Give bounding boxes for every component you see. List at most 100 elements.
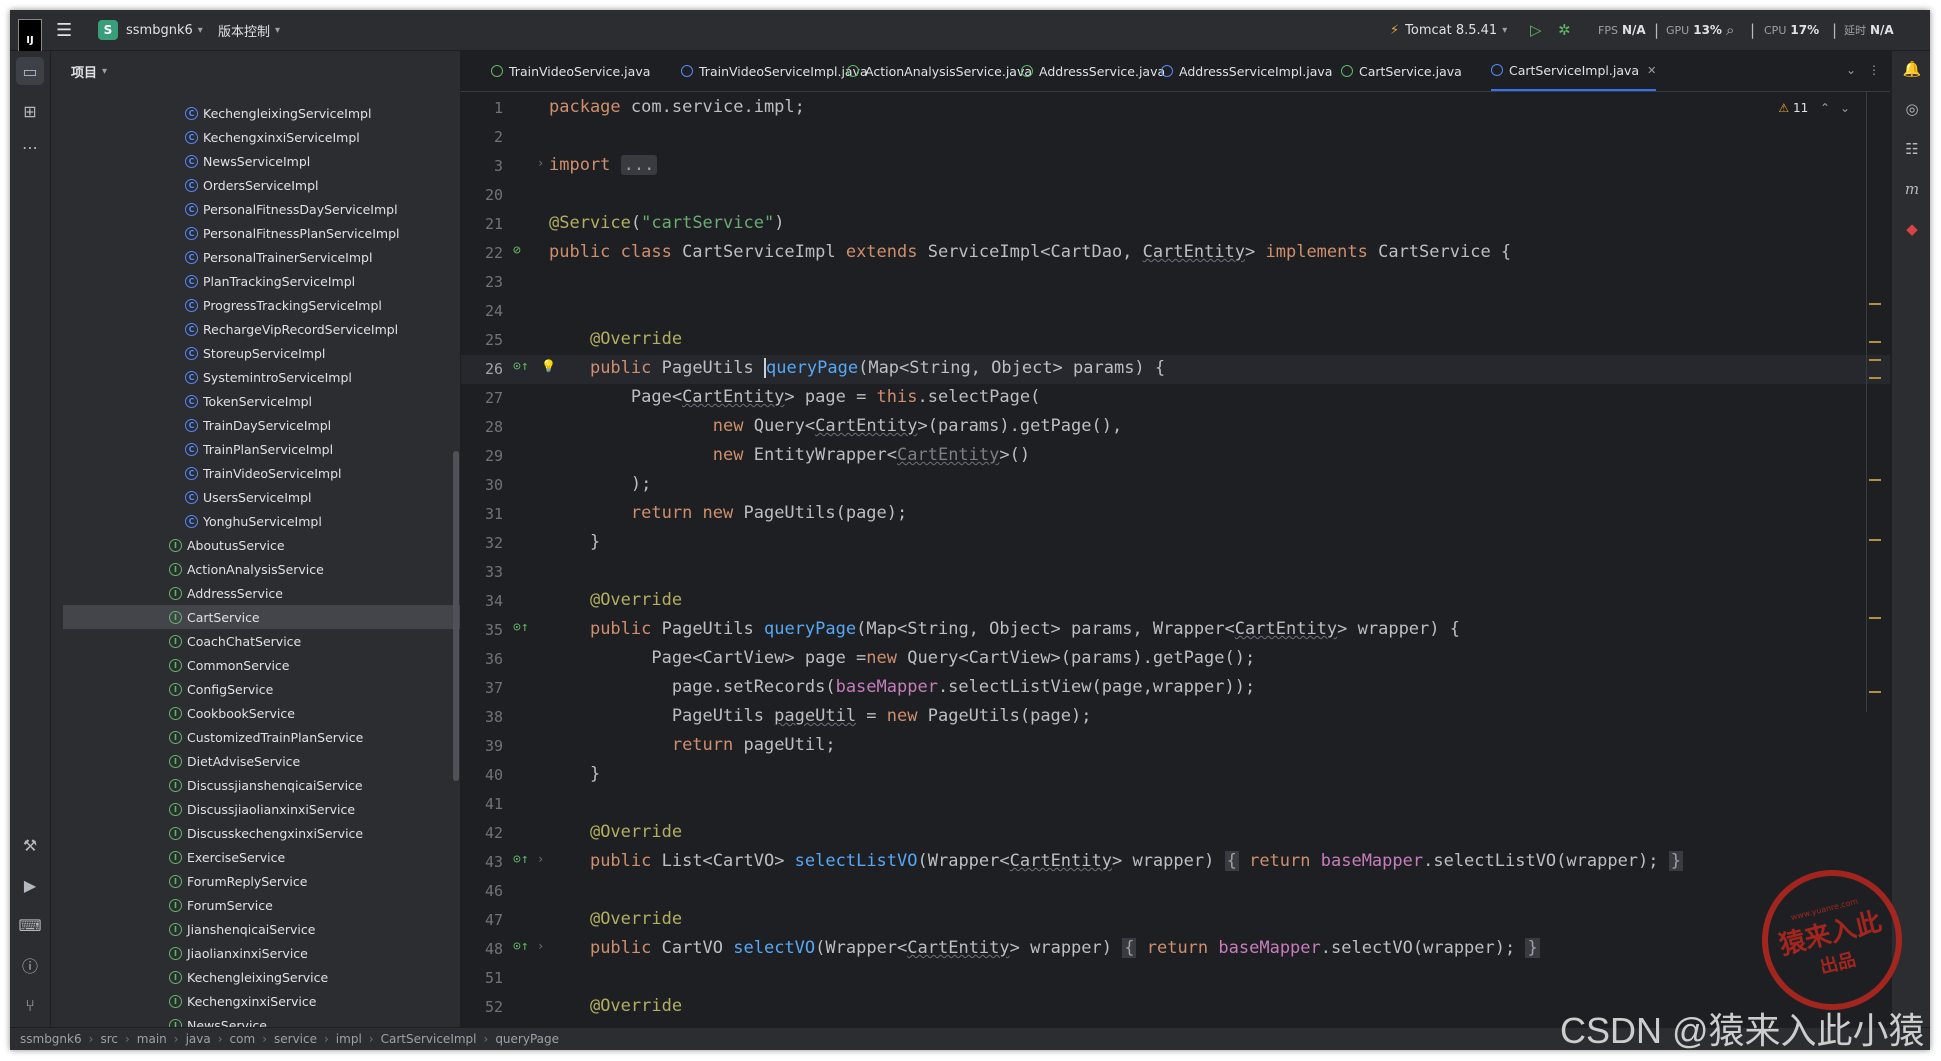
override-icon[interactable]: ⊙↑: [513, 620, 529, 635]
tree-item[interactable]: I CoachChatService: [51, 629, 460, 653]
override-icon[interactable]: ⊙↑: [513, 939, 529, 954]
warning-marker[interactable]: [1869, 539, 1881, 541]
editor-tab[interactable]: CartService.java: [1341, 51, 1462, 91]
tree-item[interactable]: I AddressService: [51, 581, 460, 605]
breadcrumb-item[interactable]: com: [230, 1032, 256, 1046]
problems-tool-icon[interactable]: ⓘ: [16, 951, 44, 979]
run-config-selector[interactable]: ⚡ Tomcat 8.5.41 ▾: [1390, 10, 1507, 50]
tree-item[interactable]: C KechengleixingServiceImpl: [51, 101, 460, 125]
main-menu-icon[interactable]: ☰: [56, 10, 72, 50]
tree-item[interactable]: C TrainDayServiceImpl: [51, 413, 460, 437]
ai-assistant-icon[interactable]: ◎: [1900, 97, 1924, 121]
tree-item[interactable]: C PersonalFitnessDayServiceImpl: [51, 197, 460, 221]
tree-item[interactable]: C UsersServiceImpl: [51, 485, 460, 509]
tree-item[interactable]: I ForumService: [51, 893, 460, 917]
tree-item[interactable]: I DiscussjianshenqicaiService: [51, 773, 460, 797]
project-panel-header[interactable]: 项目 ▾: [51, 51, 460, 91]
tree-item[interactable]: I KechengleixingService: [51, 965, 460, 989]
more-tools-icon[interactable]: ⋯: [16, 133, 44, 161]
tree-item[interactable]: I ActionAnalysisService: [51, 557, 460, 581]
tree-item[interactable]: C SystemintroServiceImpl: [51, 365, 460, 389]
tree-item[interactable]: C PersonalFitnessPlanServiceImpl: [51, 221, 460, 245]
database-icon[interactable]: ☷: [1900, 137, 1924, 161]
breadcrumb-item[interactable]: ssmbgnk6: [20, 1032, 82, 1046]
notifications-icon[interactable]: 🔔: [1900, 57, 1924, 81]
tree-item[interactable]: I CustomizedTrainPlanService: [51, 725, 460, 749]
code-editor[interactable]: 1 package com.service.impl; 2 3 › import ..…: [461, 92, 1890, 1027]
warning-marker[interactable]: [1869, 691, 1881, 693]
maven-icon[interactable]: m: [1900, 177, 1924, 201]
plugin-icon[interactable]: ◆: [1900, 217, 1924, 241]
tree-item[interactable]: I ConfigService: [51, 677, 460, 701]
tree-item[interactable]: I ExerciseService: [51, 845, 460, 869]
more-options-icon[interactable]: ⋮: [1868, 63, 1880, 77]
breadcrumb-item[interactable]: impl: [336, 1032, 362, 1046]
tree-item[interactable]: I CommonService: [51, 653, 460, 677]
tree-item[interactable]: C KechengxinxiServiceImpl: [51, 125, 460, 149]
vcs-menu[interactable]: 版本控制 ▾: [218, 10, 280, 50]
breadcrumb-item[interactable]: CartServiceImpl: [381, 1032, 477, 1046]
tree-item[interactable]: I DiscussjiaolianxinxiService: [51, 797, 460, 821]
tree-item-label: KechengxinxiServiceImpl: [203, 129, 360, 145]
tree-item[interactable]: I NewsService: [51, 1013, 460, 1027]
project-tool-icon[interactable]: ▭: [16, 57, 44, 85]
tree-item[interactable]: C YonghuServiceImpl: [51, 509, 460, 533]
warning-marker[interactable]: [1869, 479, 1881, 481]
warning-marker[interactable]: [1869, 341, 1881, 343]
structure-tool-icon[interactable]: ⊞: [16, 97, 44, 125]
editor-tab[interactable]: AddressServiceImpl.java: [1161, 51, 1332, 91]
build-tool-icon[interactable]: ⚒: [16, 831, 44, 859]
project-scrollbar[interactable]: [453, 451, 459, 781]
terminal-tool-icon[interactable]: ⌨: [16, 911, 44, 939]
editor-tab[interactable]: TrainVideoServiceImpl.java: [681, 51, 868, 91]
tree-item[interactable]: I AboutusService: [51, 533, 460, 557]
breadcrumb-item[interactable]: main: [137, 1032, 167, 1046]
editor-tab[interactable]: CartServiceImpl.java ✕: [1491, 51, 1657, 91]
tree-item[interactable]: I CookbookService: [51, 701, 460, 725]
tree-item[interactable]: C TokenServiceImpl: [51, 389, 460, 413]
tree-item[interactable]: C RechargeVipRecordServiceImpl: [51, 317, 460, 341]
warning-marker[interactable]: [1869, 303, 1881, 305]
editor-tab[interactable]: TrainVideoService.java: [491, 51, 650, 91]
fold-expand-icon[interactable]: ›: [537, 156, 544, 170]
tree-item[interactable]: C ProgressTrackingServiceImpl: [51, 293, 460, 317]
tree-item[interactable]: I DietAdviseService: [51, 749, 460, 773]
spring-bean-icon[interactable]: ⊘: [513, 243, 521, 258]
editor-tab[interactable]: ActionAnalysisService.java: [847, 51, 1032, 91]
tree-item[interactable]: C PlanTrackingServiceImpl: [51, 269, 460, 293]
warning-marker[interactable]: [1869, 617, 1881, 619]
editor-tab[interactable]: AddressService.java: [1021, 51, 1165, 91]
tree-item[interactable]: C OrdersServiceImpl: [51, 173, 460, 197]
breadcrumb-item[interactable]: java: [186, 1032, 211, 1046]
error-stripe[interactable]: [1866, 92, 1875, 712]
fold-expand-icon[interactable]: ›: [537, 852, 544, 866]
override-icon[interactable]: ⊙↑: [513, 852, 529, 867]
warning-marker[interactable]: [1869, 359, 1881, 361]
run-icon[interactable]: ▷: [1530, 10, 1542, 50]
tree-item[interactable]: I DiscusskechengxinxiService: [51, 821, 460, 845]
breadcrumb-item[interactable]: src: [100, 1032, 118, 1046]
tab-list-chevron-icon[interactable]: ⌄: [1846, 63, 1856, 77]
tree-item[interactable]: C StoreupServiceImpl: [51, 341, 460, 365]
git-tool-icon[interactable]: ⑂: [16, 991, 44, 1019]
project-switcher[interactable]: S ssmbgnk6 ▾: [98, 10, 203, 50]
fold-expand-icon[interactable]: ›: [537, 939, 544, 953]
tree-item[interactable]: C PersonalTrainerServiceImpl: [51, 245, 460, 269]
warning-marker[interactable]: [1869, 377, 1881, 379]
tree-item[interactable]: C TrainVideoServiceImpl: [51, 461, 460, 485]
tree-item[interactable]: C TrainPlanServiceImpl: [51, 437, 460, 461]
tree-item[interactable]: I JianshenqicaiService: [51, 917, 460, 941]
services-tool-icon[interactable]: ▶: [16, 871, 44, 899]
tree-item-label: CommonService: [187, 657, 290, 673]
tree-item[interactable]: I JiaolianxinxiService: [51, 941, 460, 965]
breadcrumb-item[interactable]: service: [274, 1032, 317, 1046]
override-icon[interactable]: ⊙↑: [513, 359, 529, 374]
tree-item[interactable]: C NewsServiceImpl: [51, 149, 460, 173]
search-icon[interactable]: ⌕: [1726, 10, 1734, 50]
close-icon[interactable]: ✕: [1647, 64, 1656, 77]
debug-icon[interactable]: ✲: [1558, 10, 1571, 50]
tree-item[interactable]: I ForumReplyService: [51, 869, 460, 893]
tree-item[interactable]: I KechengxinxiService: [51, 989, 460, 1013]
tree-item[interactable]: I CartService: [63, 605, 460, 629]
breadcrumb-item[interactable]: queryPage: [495, 1032, 559, 1046]
